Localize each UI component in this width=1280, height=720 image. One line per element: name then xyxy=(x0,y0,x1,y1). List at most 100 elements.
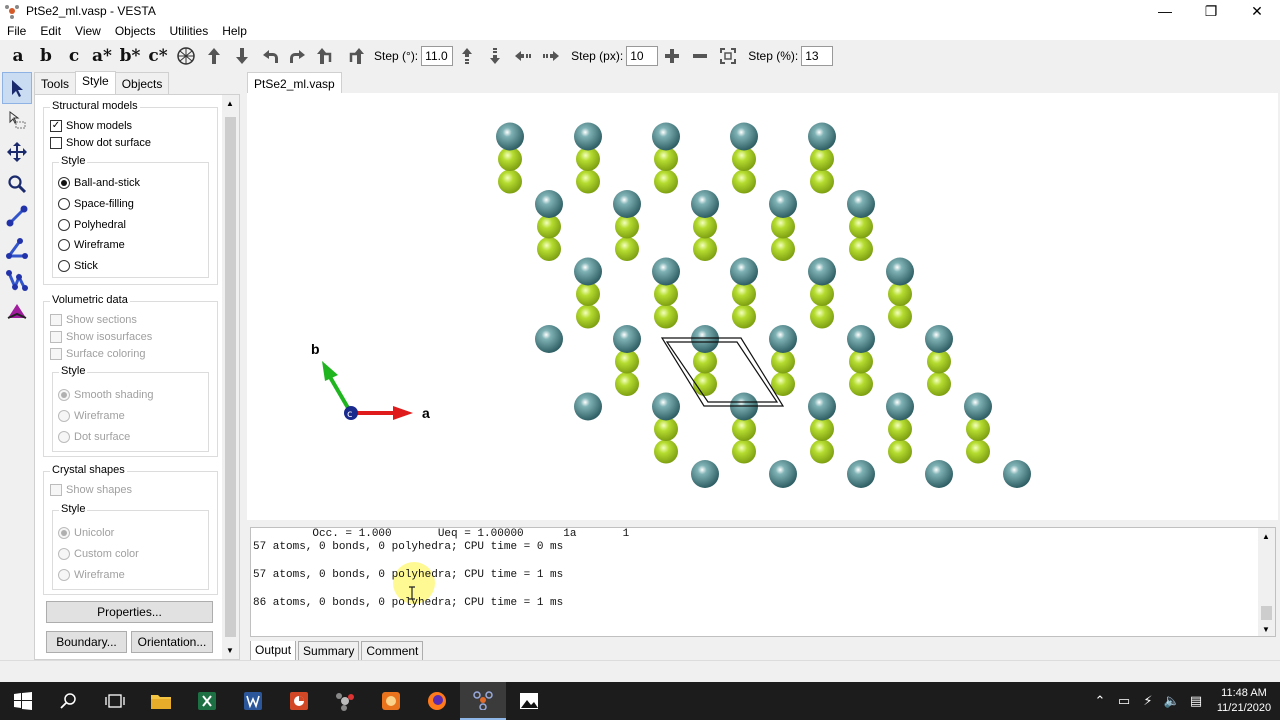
se-atom[interactable] xyxy=(732,304,756,329)
pt-atom[interactable] xyxy=(769,190,797,218)
pt-atom[interactable] xyxy=(808,122,836,151)
se-atom[interactable] xyxy=(966,439,990,464)
pt-atom[interactable] xyxy=(613,190,641,218)
se-atom[interactable] xyxy=(537,214,561,239)
orientation-button[interactable]: Orientation... xyxy=(131,631,213,653)
scroll-down-icon[interactable]: ▼ xyxy=(226,646,234,655)
view-along-c-button[interactable]: c xyxy=(60,42,88,70)
pt-atom[interactable] xyxy=(574,257,602,286)
pt-atom[interactable] xyxy=(847,460,875,488)
se-atom[interactable] xyxy=(693,214,717,239)
scroll-up-icon[interactable]: ▲ xyxy=(226,99,234,108)
output-scroll-thumb[interactable] xyxy=(1261,606,1272,620)
pt-atom[interactable] xyxy=(964,392,992,421)
se-atom[interactable] xyxy=(771,349,795,374)
se-atom[interactable] xyxy=(576,282,600,306)
taskbar-clock[interactable]: 11:48 AM 11/21/2020 xyxy=(1208,686,1280,716)
se-atom[interactable] xyxy=(654,147,678,171)
rotate-cw-icon[interactable] xyxy=(340,42,368,70)
pt-atom[interactable] xyxy=(847,190,875,218)
radio-custom-color[interactable]: Custom color xyxy=(58,548,139,560)
tab-output[interactable]: Output xyxy=(250,641,297,661)
pt-atom[interactable] xyxy=(808,257,836,286)
se-atom[interactable] xyxy=(576,147,600,171)
pt-atom[interactable] xyxy=(925,325,953,353)
se-atom[interactable] xyxy=(849,237,873,261)
crystal-structure-canvas[interactable]: c a b xyxy=(247,93,1278,520)
tray-volume-icon[interactable]: 🔈 xyxy=(1160,682,1184,720)
se-atom[interactable] xyxy=(888,304,912,329)
tab-comment[interactable]: Comment xyxy=(361,641,424,661)
powerpoint-icon[interactable] xyxy=(276,682,322,720)
pt-atom[interactable] xyxy=(652,122,680,151)
se-atom[interactable] xyxy=(654,439,678,464)
tray-network-icon[interactable]: ⚡ xyxy=(1136,682,1160,720)
radio-ball-and-stick[interactable]: Ball-and-stick xyxy=(58,177,140,189)
show-sections-checkbox[interactable]: Show sections xyxy=(50,314,137,326)
step-increase-icon[interactable] xyxy=(453,42,481,70)
pt-atom[interactable] xyxy=(574,392,602,421)
se-atom[interactable] xyxy=(732,439,756,464)
se-atom[interactable] xyxy=(693,349,717,374)
se-atom[interactable] xyxy=(537,237,561,261)
pt-atom[interactable] xyxy=(925,460,953,488)
pt-atom[interactable] xyxy=(886,392,914,421)
magnify-tool-icon[interactable] xyxy=(2,168,32,200)
image-viewer-icon[interactable] xyxy=(506,682,552,720)
boundary-button[interactable]: Boundary... xyxy=(46,631,127,653)
menu-edit[interactable]: Edit xyxy=(33,24,68,38)
pt-atom[interactable] xyxy=(691,190,719,218)
se-atom[interactable] xyxy=(576,169,600,194)
se-atom[interactable] xyxy=(966,417,990,441)
zoom-out-icon[interactable] xyxy=(686,42,714,70)
excel-icon[interactable] xyxy=(184,682,230,720)
pt-atom[interactable] xyxy=(652,257,680,286)
se-atom[interactable] xyxy=(654,282,678,306)
pt-atom[interactable] xyxy=(808,392,836,421)
surface-coloring-checkbox[interactable]: Surface coloring xyxy=(50,348,146,360)
area-select-tool-icon[interactable] xyxy=(2,104,32,136)
pt-atom[interactable] xyxy=(613,325,641,353)
se-atom[interactable] xyxy=(888,439,912,464)
view-along-a-button[interactable]: a xyxy=(4,42,32,70)
show-isosurfaces-checkbox[interactable]: Show isosurfaces xyxy=(50,331,152,343)
panel-scroll-thumb[interactable] xyxy=(225,117,236,637)
pt-atom[interactable] xyxy=(769,460,797,488)
se-atom[interactable] xyxy=(927,372,951,396)
se-atom[interactable] xyxy=(732,169,756,194)
view-along-c-star-button[interactable]: c* xyxy=(144,42,172,70)
tray-battery-icon[interactable]: ▭ xyxy=(1112,682,1136,720)
search-icon[interactable] xyxy=(46,682,92,720)
pt-atom[interactable] xyxy=(1003,460,1031,488)
pt-atom[interactable] xyxy=(574,122,602,151)
show-shapes-checkbox[interactable]: Show shapes xyxy=(50,484,132,496)
word-icon[interactable] xyxy=(230,682,276,720)
se-atom[interactable] xyxy=(810,439,834,464)
se-atom[interactable] xyxy=(771,237,795,261)
photo-app-icon[interactable] xyxy=(368,682,414,720)
view-along-a-star-button[interactable]: a* xyxy=(88,42,116,70)
radio-wireframe[interactable]: Wireframe xyxy=(58,239,125,251)
menu-view[interactable]: View xyxy=(68,24,108,38)
rotate-ccw-icon[interactable] xyxy=(312,42,340,70)
se-atom[interactable] xyxy=(849,349,873,374)
se-atom[interactable] xyxy=(654,169,678,194)
se-atom[interactable] xyxy=(732,282,756,306)
tab-style[interactable]: Style xyxy=(75,71,116,94)
step-percent-input[interactable] xyxy=(801,46,834,66)
properties-button[interactable]: Properties... xyxy=(46,601,213,623)
se-atom[interactable] xyxy=(888,417,912,441)
rotate-right-icon[interactable] xyxy=(284,42,312,70)
se-atom[interactable] xyxy=(615,372,639,396)
se-atom[interactable] xyxy=(810,282,834,306)
se-atom[interactable] xyxy=(615,214,639,239)
menu-objects[interactable]: Objects xyxy=(108,24,163,38)
rotate-left-icon[interactable] xyxy=(256,42,284,70)
tab-tools[interactable]: Tools xyxy=(34,72,77,94)
se-atom[interactable] xyxy=(498,147,522,171)
se-atom[interactable] xyxy=(927,349,951,374)
structure-viewer[interactable]: c a b xyxy=(247,93,1278,520)
distance-tool-icon[interactable] xyxy=(2,200,32,232)
pt-atom[interactable] xyxy=(769,325,797,353)
pt-atom[interactable] xyxy=(886,257,914,286)
